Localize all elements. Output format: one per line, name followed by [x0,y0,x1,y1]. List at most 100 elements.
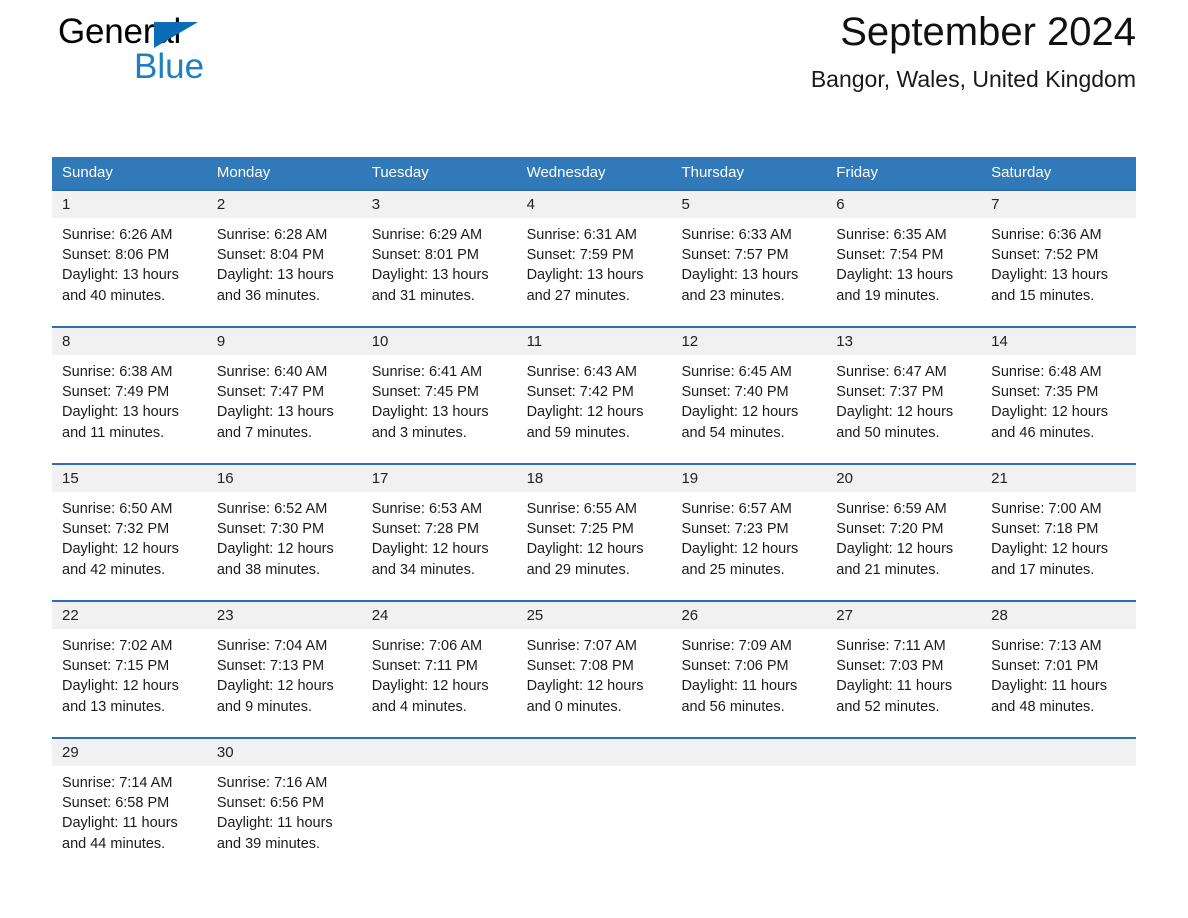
sunset-text: Sunset: 7:23 PM [681,521,789,538]
day-number[interactable]: 15 [52,465,207,492]
day-number[interactable]: 9 [207,328,362,355]
sunrise-text: Sunrise: 7:02 AM [62,638,173,654]
day-number[interactable]: 10 [362,328,517,355]
day-cell[interactable]: Sunrise: 7:04 AM Sunset: 7:13 PM Dayligh… [207,629,362,737]
day-cell[interactable]: Sunrise: 6:29 AM Sunset: 8:01 PM Dayligh… [362,218,517,326]
sunset-text: Sunset: 7:37 PM [836,384,944,401]
daylight-text-line2: and 17 minutes. [991,561,1095,578]
day-cell[interactable]: Sunrise: 6:36 AM Sunset: 7:52 PM Dayligh… [981,218,1136,326]
day-cell-empty [362,766,517,878]
day-number[interactable]: 30 [207,739,362,766]
day-number[interactable]: 11 [517,328,672,355]
day-number[interactable]: 29 [52,739,207,766]
week-day-body-row: Sunrise: 7:02 AM Sunset: 7:15 PM Dayligh… [52,629,1136,737]
sunset-text: Sunset: 7:01 PM [991,658,1099,675]
daylight-text-line2: and 23 minutes. [681,287,785,304]
weekday-header-row: Sunday Monday Tuesday Wednesday Thursday… [52,157,1136,189]
day-cell[interactable]: Sunrise: 6:33 AM Sunset: 7:57 PM Dayligh… [671,218,826,326]
sunset-text: Sunset: 7:32 PM [62,521,170,538]
day-cell[interactable]: Sunrise: 7:11 AM Sunset: 7:03 PM Dayligh… [826,629,981,737]
sunrise-text: Sunrise: 7:13 AM [991,638,1102,654]
day-number[interactable]: 23 [207,602,362,629]
weekday-header-saturday: Saturday [991,164,1052,181]
day-number[interactable]: 6 [826,191,981,218]
daylight-text-line1: Daylight: 11 hours [216,815,333,832]
day-cell[interactable]: Sunrise: 7:07 AM Sunset: 7:08 PM Dayligh… [517,629,672,737]
day-number[interactable]: 22 [52,602,207,629]
day-number[interactable]: 17 [362,465,517,492]
sunset-text: Sunset: 7:52 PM [991,247,1099,264]
day-cell[interactable]: Sunrise: 6:45 AM Sunset: 7:40 PM Dayligh… [671,355,826,463]
day-number[interactable]: 20 [826,465,981,492]
day-number[interactable]: 2 [207,191,362,218]
day-number[interactable]: 14 [981,328,1136,355]
daylight-text-line2: and 15 minutes. [991,287,1095,304]
day-cell[interactable]: Sunrise: 6:47 AM Sunset: 7:37 PM Dayligh… [826,355,981,463]
day-number[interactable]: 4 [517,191,672,218]
daylight-text-line1: Daylight: 12 hours [836,404,954,421]
day-cell[interactable]: Sunrise: 6:40 AM Sunset: 7:47 PM Dayligh… [207,355,362,463]
daylight-text-line1: Daylight: 12 hours [216,541,334,558]
daylight-text-line2: and 3 minutes. [371,424,467,441]
day-number[interactable]: 5 [671,191,826,218]
day-cell[interactable]: Sunrise: 7:16 AM Sunset: 6:56 PM Dayligh… [207,766,362,878]
day-cell[interactable]: Sunrise: 7:14 AM Sunset: 6:58 PM Dayligh… [52,766,207,878]
day-number[interactable]: 13 [826,328,981,355]
day-number[interactable]: 8 [52,328,207,355]
sunset-text: Sunset: 7:47 PM [216,384,325,401]
day-number[interactable]: 3 [362,191,517,218]
day-cell[interactable]: Sunrise: 6:35 AM Sunset: 7:54 PM Dayligh… [826,218,981,326]
day-number[interactable]: 26 [671,602,826,629]
sunset-text: Sunset: 7:59 PM [526,247,634,264]
day-cell[interactable]: Sunrise: 7:13 AM Sunset: 7:01 PM Dayligh… [981,629,1136,737]
day-number[interactable]: 24 [362,602,517,629]
day-cell[interactable]: Sunrise: 6:59 AM Sunset: 7:20 PM Dayligh… [826,492,981,600]
sunset-text: Sunset: 7:49 PM [62,384,170,401]
day-cell[interactable]: Sunrise: 6:50 AM Sunset: 7:32 PM Dayligh… [52,492,207,600]
day-cell[interactable]: Sunrise: 6:52 AM Sunset: 7:30 PM Dayligh… [207,492,362,600]
day-number[interactable]: 27 [826,602,981,629]
sunrise-text: Sunrise: 6:35 AM [836,227,947,243]
day-cell[interactable]: Sunrise: 6:38 AM Sunset: 7:49 PM Dayligh… [52,355,207,463]
day-number-empty [826,739,981,766]
day-cell[interactable]: Sunrise: 6:57 AM Sunset: 7:23 PM Dayligh… [671,492,826,600]
day-cell[interactable]: Sunrise: 6:28 AM Sunset: 8:04 PM Dayligh… [207,218,362,326]
day-cell[interactable]: Sunrise: 6:48 AM Sunset: 7:35 PM Dayligh… [981,355,1136,463]
daylight-text-line2: and 36 minutes. [216,287,321,304]
day-number[interactable]: 16 [207,465,362,492]
day-number[interactable]: 25 [517,602,672,629]
daylight-text-line1: Daylight: 12 hours [991,541,1109,558]
day-number[interactable]: 28 [981,602,1136,629]
week-day-number-band: 29 30 [52,739,1136,766]
day-cell[interactable]: Sunrise: 7:06 AM Sunset: 7:11 PM Dayligh… [362,629,517,737]
day-cell[interactable]: Sunrise: 7:02 AM Sunset: 7:15 PM Dayligh… [52,629,207,737]
calendar-week-row: 29 30 Sunrise: 7:14 AM Sunset: 6:58 PM D… [52,737,1136,878]
daylight-text-line1: Daylight: 12 hours [216,678,334,695]
day-cell[interactable]: Sunrise: 6:55 AM Sunset: 7:25 PM Dayligh… [517,492,672,600]
day-number[interactable]: 1 [52,191,207,218]
day-number[interactable]: 19 [671,465,826,492]
calendar-week-row: 15 16 17 18 19 20 21 Sunrise: 6:50 AM Su… [52,463,1136,600]
day-cell[interactable]: Sunrise: 7:09 AM Sunset: 7:06 PM Dayligh… [671,629,826,737]
day-number[interactable]: 7 [981,191,1136,218]
daylight-text-line2: and 25 minutes. [681,561,785,578]
day-cell[interactable]: Sunrise: 6:31 AM Sunset: 7:59 PM Dayligh… [517,218,672,326]
day-cell[interactable]: Sunrise: 6:41 AM Sunset: 7:45 PM Dayligh… [362,355,517,463]
day-number-empty [362,739,517,766]
sunset-text: Sunset: 7:18 PM [991,521,1099,538]
daylight-text-line1: Daylight: 13 hours [371,404,489,421]
day-cell[interactable]: Sunrise: 6:43 AM Sunset: 7:42 PM Dayligh… [517,355,672,463]
brand-logo[interactable]: General Blue [58,10,318,102]
sunset-text: Sunset: 7:35 PM [991,384,1099,401]
daylight-text-line2: and 31 minutes. [371,287,475,304]
day-number[interactable]: 21 [981,465,1136,492]
day-number[interactable]: 12 [671,328,826,355]
sunrise-text: Sunrise: 6:57 AM [681,501,792,517]
week-day-body-row: Sunrise: 7:14 AM Sunset: 6:58 PM Dayligh… [52,766,1136,878]
day-cell[interactable]: Sunrise: 7:00 AM Sunset: 7:18 PM Dayligh… [981,492,1136,600]
sunrise-text: Sunrise: 6:50 AM [62,501,173,517]
day-cell[interactable]: Sunrise: 6:26 AM Sunset: 8:06 PM Dayligh… [52,218,207,326]
day-number[interactable]: 18 [517,465,672,492]
daylight-text-line2: and 29 minutes. [526,561,630,578]
day-cell[interactable]: Sunrise: 6:53 AM Sunset: 7:28 PM Dayligh… [362,492,517,600]
